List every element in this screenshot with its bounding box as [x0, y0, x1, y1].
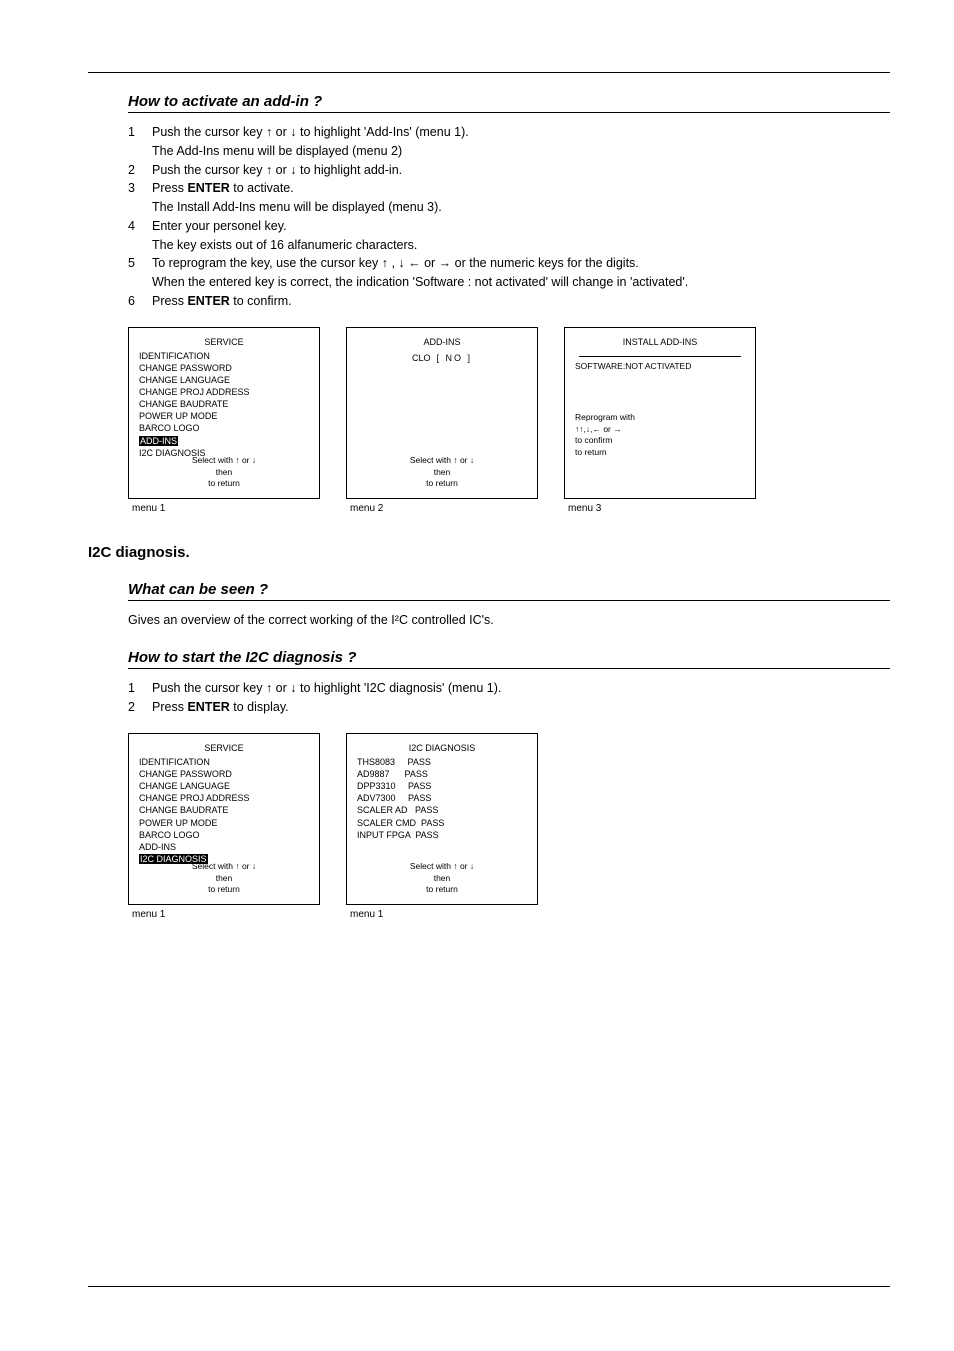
menu-a2-box: ADD-INS CLO [ NO ] Select with ↑ or ↓the…: [346, 327, 538, 499]
step-number: 3: [128, 179, 152, 217]
menu-item-highlight: ADD-INS: [139, 436, 178, 446]
step-text: Push the cursor key ↑ or ↓ to highlight …: [152, 679, 501, 698]
menu-a3-input-line: [579, 356, 741, 357]
menu-a1-title: SERVICE: [139, 336, 309, 348]
heading-what-can-be-seen: What can be seen ?: [128, 581, 890, 598]
menu-b2-hint: Select with ↑ or ↓then to return: [347, 861, 537, 895]
menu-b1-items: IDENTIFICATIONCHANGE PASSWORDCHANGE LANG…: [139, 756, 309, 865]
menu-a2-option-state: [ NO ]: [437, 352, 473, 364]
heading-rule-3: [128, 668, 890, 669]
steps-i2c: 1Push the cursor key ↑ or ↓ to highlight…: [128, 679, 890, 717]
menu-a3-reprogram: Reprogram with↑↑,↓,← or → to confirm to …: [575, 412, 745, 458]
menu-item: CHANGE PASSWORD: [139, 768, 309, 780]
menu-item: ADD-INS: [139, 841, 309, 853]
menu-item: CHANGE PROJ ADDRESS: [139, 386, 309, 398]
menu-b2-box: I2C DIAGNOSIS THS8083 PASSAD9887 PASSDPP…: [346, 733, 538, 905]
menu-a2-option: CLO [ NO ]: [357, 352, 527, 364]
menu-item: POWER UP MODE: [139, 410, 309, 422]
i2c-line: DPP3310 PASS: [357, 780, 527, 792]
step-number: 2: [128, 698, 152, 717]
menu-b1-col: SERVICE IDENTIFICATIONCHANGE PASSWORDCHA…: [128, 733, 320, 920]
menu-a3-status: SOFTWARE:NOT ACTIVATED: [575, 361, 745, 372]
step-text: Press ENTER to display.: [152, 698, 289, 717]
menu-item: POWER UP MODE: [139, 817, 309, 829]
menu-a1-items: IDENTIFICATIONCHANGE PASSWORDCHANGE LANG…: [139, 350, 309, 459]
menu-item: CHANGE PASSWORD: [139, 362, 309, 374]
heading-how-start-i2c: How to start the I2C diagnosis ?: [128, 649, 890, 666]
menu-a3-title: INSTALL ADD-INS: [575, 336, 745, 348]
heading-rule-2: [128, 600, 890, 601]
menu-item: ADD-INS: [139, 435, 309, 447]
i2c-line: AD9887 PASS: [357, 768, 527, 780]
menu-a3-col: INSTALL ADD-INS SOFTWARE:NOT ACTIVATED R…: [564, 327, 756, 514]
menu-item: CHANGE LANGUAGE: [139, 374, 309, 386]
steps-activate: 1Push the cursor key ↑ or ↓ to highlight…: [128, 123, 890, 311]
menu-a3-box: INSTALL ADD-INS SOFTWARE:NOT ACTIVATED R…: [564, 327, 756, 499]
step-number: 2: [128, 161, 152, 180]
menu-a2-col: ADD-INS CLO [ NO ] Select with ↑ or ↓the…: [346, 327, 538, 514]
i2c-line: SCALER CMD PASS: [357, 817, 527, 829]
menu-b1-box: SERVICE IDENTIFICATIONCHANGE PASSWORDCHA…: [128, 733, 320, 905]
menu-b2-col: I2C DIAGNOSIS THS8083 PASSAD9887 PASSDPP…: [346, 733, 538, 920]
i2c-body: Gives an overview of the correct working…: [128, 611, 890, 630]
menu-item: CHANGE BAUDRATE: [139, 804, 309, 816]
menu-item: IDENTIFICATION: [139, 756, 309, 768]
menu-a2-option-label: CLO: [412, 352, 431, 364]
menu-row-a: SERVICE IDENTIFICATIONCHANGE PASSWORDCHA…: [128, 327, 890, 514]
menu-item: BARCO LOGO: [139, 829, 309, 841]
step-text: Press ENTER to activate.The Install Add-…: [152, 179, 442, 217]
heading-i2c: I2C diagnosis.: [88, 544, 890, 561]
menu-item: CHANGE BAUDRATE: [139, 398, 309, 410]
menu-item: BARCO LOGO: [139, 422, 309, 434]
menu-a1-hint: Select with ↑ or ↓then to return: [129, 455, 319, 489]
menu-b2-lines: THS8083 PASSAD9887 PASSDPP3310 PASSADV73…: [357, 756, 527, 841]
step-number: 1: [128, 123, 152, 161]
step-text: Push the cursor key ↑ or ↓ to highlight …: [152, 123, 469, 161]
step-text: Push the cursor key ↑ or ↓ to highlight …: [152, 161, 402, 180]
menu-a3-caption: menu 3: [568, 503, 756, 514]
i2c-line: INPUT FPGA PASS: [357, 829, 527, 841]
step-text: Enter your personel key.The key exists o…: [152, 217, 417, 255]
menu-item: CHANGE LANGUAGE: [139, 780, 309, 792]
menu-a1-col: SERVICE IDENTIFICATIONCHANGE PASSWORDCHA…: [128, 327, 320, 514]
menu-b2-caption: menu 1: [350, 909, 538, 920]
menu-item: CHANGE PROJ ADDRESS: [139, 792, 309, 804]
menu-b1-title: SERVICE: [139, 742, 309, 754]
top-rule: [88, 72, 890, 73]
step-text: To reprogram the key, use the cursor key…: [152, 254, 688, 292]
menu-a1-caption: menu 1: [132, 503, 320, 514]
footer-rule: [88, 1286, 890, 1287]
menu-b1-hint: Select with ↑ or ↓then to return: [129, 861, 319, 895]
heading-activate-addin: How to activate an add-in ?: [128, 93, 890, 110]
heading-rule: [128, 112, 890, 113]
menu-a2-caption: menu 2: [350, 503, 538, 514]
menu-item: IDENTIFICATION: [139, 350, 309, 362]
i2c-line: THS8083 PASS: [357, 756, 527, 768]
menu-a2-hint: Select with ↑ or ↓then to return: [347, 455, 537, 489]
step-text: Press ENTER to confirm.: [152, 292, 292, 311]
menu-a2-title: ADD-INS: [357, 336, 527, 348]
step-number: 6: [128, 292, 152, 311]
menu-b1-caption: menu 1: [132, 909, 320, 920]
step-number: 1: [128, 679, 152, 698]
page: How to activate an add-in ? 1Push the cu…: [0, 0, 954, 1351]
i2c-line: SCALER AD PASS: [357, 804, 527, 816]
menu-row-b: SERVICE IDENTIFICATIONCHANGE PASSWORDCHA…: [128, 733, 890, 920]
i2c-line: ADV7300 PASS: [357, 792, 527, 804]
step-number: 5: [128, 254, 152, 292]
menu-a1-box: SERVICE IDENTIFICATIONCHANGE PASSWORDCHA…: [128, 327, 320, 499]
menu-b2-title: I2C DIAGNOSIS: [357, 742, 527, 754]
step-number: 4: [128, 217, 152, 255]
